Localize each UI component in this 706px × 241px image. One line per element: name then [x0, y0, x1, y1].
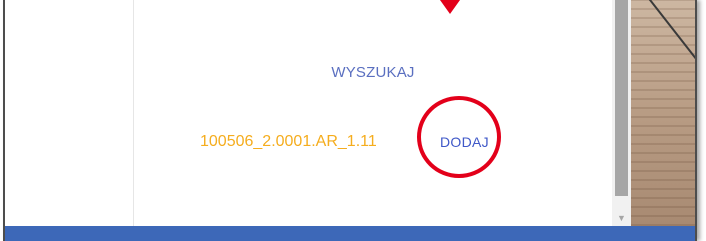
left-pane: [5, 0, 134, 226]
annotation-arrow-icon: [440, 0, 460, 14]
bottom-bar: [5, 226, 695, 241]
search-panel: WYSZUKAJ 100506_2.0001.AR_1.11 DODAJ: [134, 0, 612, 226]
scroll-down-arrow-icon[interactable]: ▼: [612, 210, 631, 226]
background-photo: [631, 0, 695, 226]
annotation-circle: [417, 96, 501, 178]
background-photo-edge: [641, 0, 695, 61]
search-link[interactable]: WYSZUKAJ: [134, 64, 612, 81]
scrollbar-thumb[interactable]: [615, 0, 628, 196]
result-code: 100506_2.0001.AR_1.11: [200, 133, 377, 150]
dialog-window: WYSZUKAJ 100506_2.0001.AR_1.11 DODAJ ▼: [3, 0, 697, 241]
vertical-scrollbar[interactable]: ▼: [612, 0, 631, 226]
